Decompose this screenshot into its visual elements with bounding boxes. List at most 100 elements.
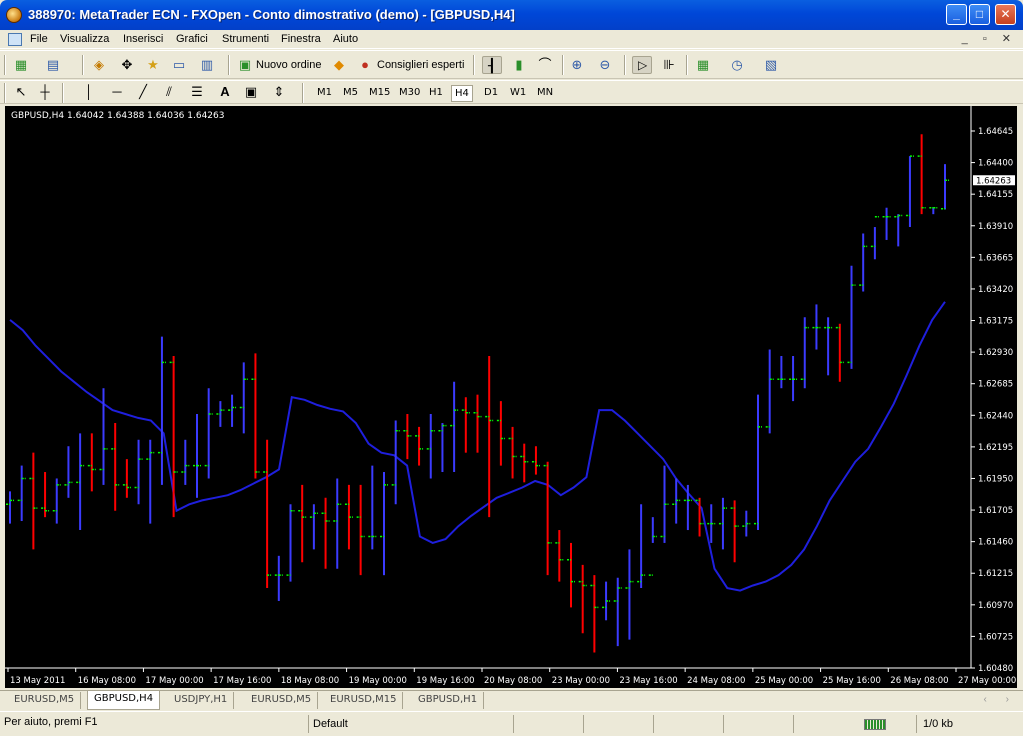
time-label: 13 May 2011 bbox=[10, 676, 65, 686]
standard-toolbar: ▦ ▤ ◈ ✥ ★ ▭ ▥ ▣ Nuovo ordine ◆ ● Consigl… bbox=[0, 50, 1023, 79]
new-chart-icon[interactable]: ▦ bbox=[12, 56, 30, 74]
indicators-icon[interactable]: ▦ bbox=[694, 56, 712, 74]
tab-scroll-arrows[interactable]: ‹ › bbox=[984, 694, 1017, 705]
new-order-button[interactable]: Nuovo ordine bbox=[256, 59, 321, 71]
price-label: 1.61950 bbox=[978, 474, 1013, 484]
fibonacci-icon[interactable]: ☰ bbox=[188, 83, 206, 101]
app-icon[interactable] bbox=[6, 7, 22, 23]
status-field bbox=[653, 715, 723, 733]
price-label: 1.63665 bbox=[978, 253, 1013, 263]
time-label: 23 May 00:00 bbox=[552, 676, 610, 686]
minimize-button[interactable]: _ bbox=[946, 4, 967, 25]
tab-gbpusd-h1[interactable]: GBPUSD,H1 bbox=[412, 692, 485, 709]
document-window-controls[interactable]: _ ▫ ✕ bbox=[962, 32, 1017, 45]
timeframe-d1[interactable]: D1 bbox=[481, 85, 501, 102]
price-label: 1.62930 bbox=[978, 348, 1013, 358]
horizontal-line-icon[interactable]: ─ bbox=[108, 83, 126, 101]
maximize-button[interactable]: □ bbox=[969, 4, 990, 25]
equidistant-channel-icon[interactable]: ⫽ bbox=[160, 83, 178, 101]
menu-grafici[interactable]: Grafici bbox=[176, 33, 208, 45]
zoom-in-icon[interactable]: ⊕ bbox=[568, 56, 586, 74]
price-label: 1.64400 bbox=[978, 159, 1013, 169]
auto-scroll-icon[interactable]: ▷ bbox=[632, 56, 652, 74]
new-order-icon[interactable]: ▣ bbox=[236, 56, 254, 74]
chart-background bbox=[5, 106, 1017, 688]
time-label: 17 May 16:00 bbox=[213, 676, 271, 686]
tab-eurusd-m5[interactable]: EURUSD,M5 bbox=[8, 692, 82, 709]
status-field bbox=[793, 715, 853, 733]
status-traffic: 1/0 kb bbox=[916, 715, 1016, 733]
price-label: 1.61215 bbox=[978, 569, 1013, 579]
chart-header-text: GBPUSD,H4 1.64042 1.64388 1.64036 1.6426… bbox=[11, 111, 224, 121]
menu-finestra[interactable]: Finestra bbox=[281, 33, 321, 45]
timeframe-m5[interactable]: M5 bbox=[340, 85, 361, 102]
timeframe-h4[interactable]: H4 bbox=[451, 85, 473, 102]
vertical-line-icon[interactable]: │ bbox=[80, 83, 98, 101]
text-tool-icon[interactable]: A bbox=[216, 83, 234, 101]
price-label: 1.60725 bbox=[978, 632, 1013, 642]
cursor-icon[interactable]: ↖ bbox=[12, 83, 30, 101]
line-chart-icon[interactable]: ⌒ bbox=[536, 56, 554, 74]
status-bar: Per aiuto, premi F1 Default 1/0 kb bbox=[0, 711, 1023, 736]
time-label: 25 May 16:00 bbox=[823, 676, 881, 686]
price-label: 1.62440 bbox=[978, 411, 1013, 421]
time-label: 19 May 16:00 bbox=[416, 676, 474, 686]
arrows-icon[interactable]: ⇕ bbox=[270, 83, 288, 101]
text-label-icon[interactable]: ▣ bbox=[242, 83, 260, 101]
menu-aiuto[interactable]: Aiuto bbox=[333, 33, 358, 45]
navigator-icon[interactable]: ★ bbox=[144, 56, 162, 74]
data-window-icon[interactable]: ✥ bbox=[118, 56, 136, 74]
close-button[interactable]: ✕ bbox=[995, 4, 1016, 25]
timeframe-h1[interactable]: H1 bbox=[426, 85, 446, 102]
timeframe-w1[interactable]: W1 bbox=[507, 85, 529, 102]
zoom-out-icon[interactable]: ⊖ bbox=[596, 56, 614, 74]
menu-strumenti[interactable]: Strumenti bbox=[222, 33, 269, 45]
title-bar[interactable]: 388970: MetaTrader ECN - FXOpen - Conto … bbox=[0, 0, 1023, 30]
price-label: 1.63910 bbox=[978, 222, 1013, 232]
templates-icon[interactable]: ▧ bbox=[762, 56, 780, 74]
price-label: 1.64155 bbox=[978, 190, 1013, 200]
time-label: 25 May 00:00 bbox=[755, 676, 813, 686]
price-label: 1.60970 bbox=[978, 601, 1013, 611]
candlesticks-icon[interactable]: ▮ bbox=[510, 56, 528, 74]
expert-advisors-icon[interactable]: ● bbox=[356, 56, 374, 74]
status-help-text: Per aiuto, premi F1 bbox=[4, 716, 98, 728]
timeframe-m1[interactable]: M1 bbox=[314, 85, 335, 102]
metaeditor-icon[interactable]: ◆ bbox=[330, 56, 348, 74]
timeframe-mn[interactable]: MN bbox=[534, 85, 556, 102]
tab-usdjpy-h1[interactable]: USDJPY,H1 bbox=[168, 692, 235, 709]
menu-inserisci[interactable]: Inserisci bbox=[123, 33, 163, 45]
price-label: 1.60480 bbox=[978, 664, 1013, 674]
tab-eurusd-m5-2[interactable]: EURUSD,M5 bbox=[245, 692, 319, 709]
document-icon[interactable] bbox=[8, 33, 22, 46]
status-field bbox=[513, 715, 583, 733]
market-watch-icon[interactable]: ◈ bbox=[90, 56, 108, 74]
profiles-icon[interactable]: ▤ bbox=[44, 56, 62, 74]
status-field bbox=[583, 715, 653, 733]
chart-tabs: EURUSD,M5 GBPUSD,H4 USDJPY,H1 EURUSD,M5 … bbox=[0, 690, 1023, 710]
price-label: 1.63175 bbox=[978, 317, 1013, 327]
chart-shift-icon[interactable]: ⊪ bbox=[660, 56, 678, 74]
status-profile: Default bbox=[308, 715, 513, 733]
tab-eurusd-m15[interactable]: EURUSD,M15 bbox=[324, 692, 404, 709]
strategy-tester-icon[interactable]: ▥ bbox=[198, 56, 216, 74]
time-label: 20 May 08:00 bbox=[484, 676, 542, 686]
menu-visualizza[interactable]: Visualizza bbox=[60, 33, 109, 45]
bar-chart-icon[interactable]: ┨ bbox=[482, 56, 502, 74]
periods-icon[interactable]: ◷ bbox=[728, 56, 746, 74]
connection-icon bbox=[864, 719, 886, 730]
terminal-icon[interactable]: ▭ bbox=[170, 56, 188, 74]
expert-advisors-button[interactable]: Consiglieri esperti bbox=[377, 59, 464, 71]
tab-gbpusd-h4[interactable]: GBPUSD,H4 bbox=[87, 691, 161, 710]
price-label: 1.62685 bbox=[978, 380, 1013, 390]
timeframe-m15[interactable]: M15 bbox=[366, 85, 393, 102]
menu-file[interactable]: File bbox=[30, 33, 48, 45]
time-label: 26 May 08:00 bbox=[890, 676, 948, 686]
time-label: 19 May 00:00 bbox=[349, 676, 407, 686]
price-chart[interactable]: GBPUSD,H4 1.64042 1.64388 1.64036 1.6426… bbox=[5, 106, 1017, 688]
timeframe-m30[interactable]: M30 bbox=[396, 85, 423, 102]
price-label: 1.62195 bbox=[978, 443, 1013, 453]
crosshair-icon[interactable]: ┼ bbox=[36, 83, 54, 101]
menu-bar: File Visualizza Inserisci Grafici Strume… bbox=[0, 30, 1023, 49]
trendline-icon[interactable]: ╱ bbox=[134, 83, 152, 101]
